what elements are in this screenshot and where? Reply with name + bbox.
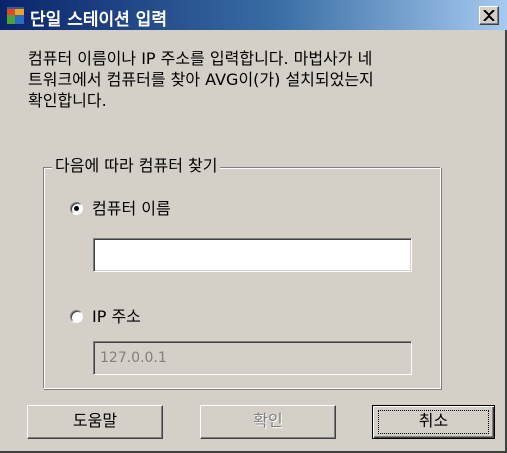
radio-selected-dot xyxy=(74,206,79,211)
help-button[interactable]: 도움말 xyxy=(27,405,163,439)
ok-button[interactable]: 확인 xyxy=(200,405,336,439)
help-button-label: 도움말 xyxy=(72,411,118,430)
computer-name-input[interactable] xyxy=(93,238,412,272)
window-title: 단일 스테이션 입력 xyxy=(30,10,167,30)
radio-computer-name-label[interactable]: 컴퓨터 이름 xyxy=(92,199,171,219)
title-bar[interactable]: 단일 스테이션 입력 xyxy=(0,0,507,30)
ip-address-input[interactable] xyxy=(93,341,412,375)
groupbox-legend: 다음에 따라 컴퓨터 찾기 xyxy=(52,156,221,176)
ok-button-label: 확인 xyxy=(253,411,283,430)
radio-computer-name[interactable] xyxy=(70,202,83,215)
instruction-text: 컴퓨터 이름이나 IP 주소를 입력합니다. 마법사가 네 트워크에서 컴퓨터를… xyxy=(28,49,374,110)
close-x-icon xyxy=(483,10,495,21)
cancel-button[interactable]: 취소 xyxy=(372,405,495,439)
radio-ip-address-label[interactable]: IP 주소 xyxy=(92,307,141,327)
single-station-dialog: 단일 스테이션 입력 컴퓨터 이름이나 IP 주소를 입력합니다. 마법사가 네… xyxy=(0,0,507,453)
close-button[interactable] xyxy=(479,6,499,25)
avg-logo-icon xyxy=(7,7,24,24)
radio-ip-address[interactable] xyxy=(70,310,83,323)
cancel-button-label: 취소 xyxy=(418,411,449,430)
